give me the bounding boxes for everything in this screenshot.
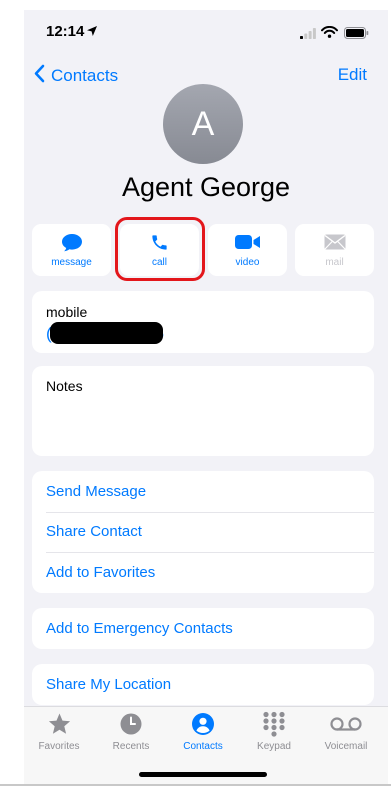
emergency-contacts-card: Add to Emergency Contacts <box>32 608 374 649</box>
share-contact-row[interactable]: Share Contact <box>32 511 374 553</box>
add-to-favorites-row[interactable]: Add to Favorites <box>32 552 374 593</box>
status-time: 12:14 <box>46 23 85 40</box>
tab-keypad[interactable]: Keypad <box>238 711 310 752</box>
avatar: A <box>163 84 243 164</box>
contact-name: Agent George <box>121 172 291 202</box>
phone-number-card[interactable]: mobile (6 <box>32 291 374 353</box>
message-label: message <box>51 257 92 268</box>
message-button[interactable]: message <box>32 224 111 276</box>
send-message-row[interactable]: Send Message <box>32 471 374 512</box>
contact-actions-list: Send Message Share Contact Add to Favori… <box>32 471 374 593</box>
mail-icon <box>324 232 346 252</box>
wifi-icon <box>321 25 338 43</box>
cellular-signal-icon <box>300 26 316 44</box>
tab-recents[interactable]: Recents <box>95 711 167 752</box>
redaction-mark <box>50 322 163 344</box>
location-arrow-icon <box>86 24 98 42</box>
add-to-emergency-contacts-row[interactable]: Add to Emergency Contacts <box>32 608 374 649</box>
tab-favorites-label: Favorites <box>38 741 80 752</box>
tab-favorites[interactable]: Favorites <box>24 711 95 752</box>
battery-icon <box>344 26 369 44</box>
tab-keypad-label: Keypad <box>257 741 291 752</box>
share-my-location-row[interactable]: Share My Location <box>32 664 374 705</box>
share-location-card: Share My Location <box>32 664 374 705</box>
tab-contacts[interactable]: Contacts <box>167 711 239 752</box>
tab-contacts-label: Contacts <box>183 741 223 752</box>
video-icon <box>234 232 261 252</box>
tab-voicemail-label: Voicemail <box>324 741 368 752</box>
call-highlight-annotation <box>115 217 205 281</box>
keypad-icon <box>262 711 286 737</box>
phone-type-label: mobile <box>46 304 88 320</box>
star-icon <box>47 711 72 737</box>
back-label: Contacts <box>51 66 119 85</box>
chevron-left-icon <box>34 64 45 88</box>
clock-icon <box>119 711 143 737</box>
video-label: video <box>235 257 260 268</box>
mail-button[interactable]: mail <box>295 224 374 276</box>
mail-label: mail <box>325 257 344 268</box>
voicemail-icon <box>330 711 362 737</box>
tab-voicemail[interactable]: Voicemail <box>310 711 382 752</box>
avatar-initial: A <box>191 104 215 143</box>
message-icon <box>61 232 83 252</box>
back-button[interactable]: Contacts <box>34 64 118 88</box>
home-indicator <box>139 772 267 777</box>
notes-label: Notes <box>46 378 83 394</box>
person-icon <box>191 711 215 737</box>
notes-card[interactable]: Notes <box>32 366 374 456</box>
video-button[interactable]: video <box>208 224 287 276</box>
phone-screen: 12:14 Contacts Edit A Agent George messa… <box>24 10 388 786</box>
tab-recents-label: Recents <box>112 741 150 752</box>
status-bar: 12:14 <box>24 10 388 54</box>
edit-button[interactable]: Edit <box>338 65 367 85</box>
